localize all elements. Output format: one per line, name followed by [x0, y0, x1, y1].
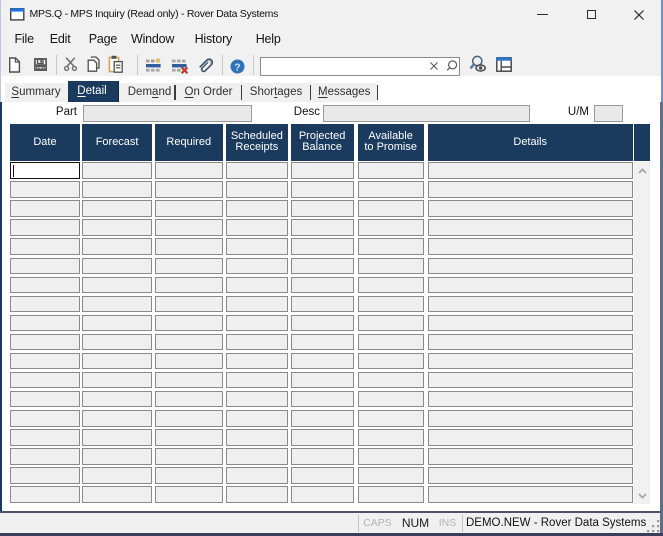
svg-text:?: ? [234, 61, 240, 73]
